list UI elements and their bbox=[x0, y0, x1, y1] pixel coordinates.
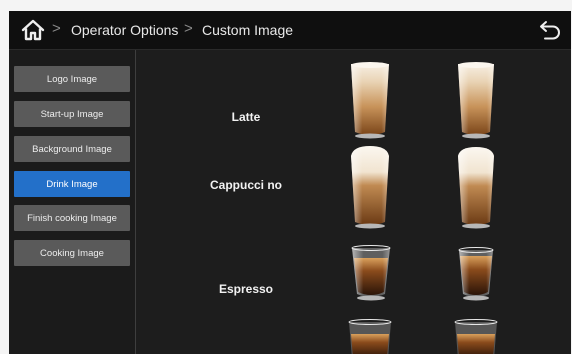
coffee-glass-icon[interactable] bbox=[452, 318, 500, 354]
sidebar-item-startup-image[interactable]: Start-up Image bbox=[14, 101, 130, 127]
sidebar-item-cooking-image[interactable]: Cooking Image bbox=[14, 240, 130, 266]
sidebar: Logo Image Start-up Image Background Ima… bbox=[9, 50, 136, 354]
back-icon[interactable] bbox=[539, 20, 561, 40]
cappuccino-glass-icon[interactable] bbox=[347, 146, 393, 230]
sidebar-item-drink-image[interactable]: Drink Image bbox=[14, 171, 130, 197]
app-screen: > Operator Options > Custom Image Logo I… bbox=[9, 11, 571, 354]
sidebar-item-background-image[interactable]: Background Image bbox=[14, 136, 130, 162]
sidebar-item-logo-image[interactable]: Logo Image bbox=[14, 66, 130, 92]
home-icon[interactable] bbox=[21, 19, 45, 41]
drink-label-cappuccino: Cappucci no bbox=[209, 178, 282, 192]
sidebar-item-finish-cooking-image[interactable]: Finish cooking Image bbox=[14, 205, 130, 231]
breadcrumb-operator-options[interactable]: Operator Options bbox=[71, 22, 178, 38]
cappuccino-glass-icon[interactable] bbox=[453, 146, 499, 230]
drink-label-espresso: Espresso bbox=[218, 282, 274, 296]
drink-label-latte: Latte bbox=[231, 110, 261, 124]
breadcrumb-separator-icon: > bbox=[52, 20, 61, 37]
espresso-glass-icon[interactable] bbox=[349, 244, 393, 302]
top-bar: > Operator Options > Custom Image bbox=[9, 11, 571, 50]
breadcrumb-custom-image: Custom Image bbox=[202, 22, 294, 38]
breadcrumb-separator-icon: > bbox=[184, 20, 193, 37]
latte-glass-icon[interactable] bbox=[347, 60, 393, 140]
coffee-glass-icon[interactable] bbox=[346, 318, 394, 354]
espresso-glass-icon[interactable] bbox=[456, 246, 496, 302]
drink-image-list: Latte Cappucci no Espresso bbox=[136, 50, 571, 354]
latte-glass-icon[interactable] bbox=[453, 60, 499, 140]
